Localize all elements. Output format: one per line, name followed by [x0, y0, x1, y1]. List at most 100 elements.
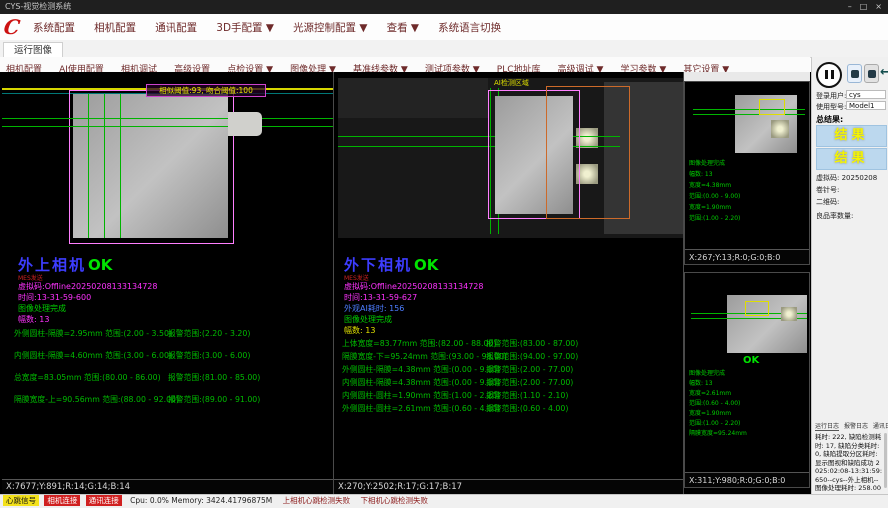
- reflection-spot: [771, 120, 789, 138]
- process-line: 图像处理完成: [18, 303, 66, 314]
- overlay-measure-line: [120, 94, 121, 238]
- small-data-line: 范围:(1.00 - 2.20): [689, 214, 740, 224]
- menu-system-config[interactable]: 系统配置: [26, 20, 82, 35]
- camera-name: 外下相机: [344, 256, 412, 274]
- ai-region-label: AI检测区域: [494, 78, 529, 88]
- measurement-row: 外侧圆柱-圆柱=2.61mm 范围:(0.60 - 4.00): [342, 403, 500, 414]
- camera-result-title: 外上相机OK: [18, 254, 112, 275]
- overlay-measure-line: [88, 94, 89, 238]
- measurement-row: 隔膜宽度-下=95.24mm 范围:(93.00 - 98.00): [342, 351, 507, 362]
- alarm-range: 报警范围:(2.00 - 77.00): [486, 377, 573, 388]
- small-data-line: 宽度=4.38mm: [689, 181, 731, 191]
- tab-run-image[interactable]: 运行图像: [3, 42, 63, 58]
- overlay-measure-line: [104, 94, 105, 238]
- tab-strip: 运行图像: [0, 40, 888, 58]
- measurement-row: 内侧圆柱-圆柱=1.90mm 范围:(1.00 - 2.20): [342, 390, 500, 401]
- pixel-coords-readout: X:270;Y:2502;R:17;G:17;B:17: [334, 479, 683, 494]
- barcode-line: 虚拟码:Offline20250208133134728: [344, 281, 483, 292]
- small-data-line: 隔膜宽度=95.24mm: [689, 429, 747, 439]
- monitor-toggle-button[interactable]: [864, 64, 879, 83]
- small-data-line: 范围:(1.00 - 2.20): [689, 419, 740, 429]
- log-tab-run[interactable]: 运行日志: [815, 423, 839, 431]
- menu-light-config[interactable]: 光源控制配置 ▼: [286, 20, 374, 35]
- login-user-field[interactable]: cys: [846, 90, 886, 99]
- minimize-button[interactable]: –: [848, 0, 852, 14]
- right-sidebar: ← 登录用户: cys 使用型号: Model1 总结果: 结果 结果 虚拟码:…: [811, 57, 888, 494]
- lower-camera-heartbeat-warning: 下相机心跳检测失败: [361, 495, 429, 507]
- overlay-measure-line: [693, 114, 805, 115]
- log-tab-alarm[interactable]: 报警日志: [844, 423, 868, 430]
- pixel-coords-readout: X:267;Y:13;R:0;G:0;B:0: [685, 249, 809, 264]
- camera-result-title: 外下相机OK: [344, 254, 438, 275]
- small-camera-panel-bottom: OK 图像处理完成 幅数: 13 宽度=2.61mm 范围:(0.60 - 4.…: [684, 272, 810, 488]
- overlay-ai-box: [546, 86, 630, 219]
- title-bar: CYS-视觉检测系统 – □ ×: [0, 0, 888, 14]
- overlay-measure-line: [2, 126, 333, 127]
- log-text: 耗时: 222, 缺陷检测耗时: 17, 缺陷分类耗时: 0, 缺陷提取分区耗时…: [815, 433, 883, 501]
- overlay-yellow-box: [759, 99, 785, 115]
- virtual-code-label: 虚拟码: 20250208: [816, 173, 877, 183]
- app-window: CYS-视觉检测系统 – □ × C 系统配置 相机配置 通讯配置 3D手配置 …: [0, 0, 888, 522]
- total-result-label: 总结果:: [816, 114, 843, 125]
- pause-icon: [831, 70, 834, 79]
- alarm-range: 报警范围:(94.00 - 97.00): [486, 351, 578, 362]
- measurement-row: 内侧圆柱-隔膜=4.38mm 范围:(0.00 - 9.00): [342, 377, 500, 388]
- measurement-row: 隔膜宽度-上=90.56mm 范围:(88.00 - 92.00): [14, 394, 179, 405]
- small-data-line: 幅数: 13: [689, 170, 713, 180]
- frames-line: 幅数: 13: [18, 314, 49, 325]
- time-line: 时间:13-31-59-600: [18, 292, 91, 303]
- menu-comm-config[interactable]: 通讯配置: [148, 20, 204, 35]
- close-button[interactable]: ×: [875, 0, 882, 14]
- alarm-range: 报警范围:(1.10 - 2.10): [486, 390, 568, 401]
- ai-time-line: 外观AI耗时: 156: [344, 303, 404, 314]
- measurement-row: 内侧圆柱-隔膜=4.60mm 范围:(3.00 - 6.00): [14, 350, 172, 361]
- status-ok: OK: [88, 256, 112, 274]
- process-line: 图像处理完成: [344, 314, 392, 325]
- log-tab-comm[interactable]: 通讯日志: [873, 423, 888, 430]
- small-camera-panel-top: 图像处理完成 幅数: 13 宽度=4.38mm 范围:(0.00 - 9.00)…: [684, 81, 810, 265]
- camera-icon: [851, 70, 859, 78]
- alarm-range: 报警范围:(2.20 - 3.20): [168, 328, 250, 339]
- camera-panel-upper: 相似阈值:93, 吻合阈值:100 外上相机OK MES发送 虚拟码:Offli…: [2, 72, 334, 494]
- overlay-measure-line: [2, 118, 333, 119]
- status-ok: OK: [743, 355, 759, 366]
- model-field[interactable]: Model1: [846, 101, 886, 110]
- connector-part: [228, 112, 262, 136]
- time-line: 时间:13-31-59-627: [344, 292, 417, 303]
- camera-panel-lower: AI检测区域 外下相机OK MES发送 虚拟码:Offline202502081…: [334, 72, 684, 494]
- login-user-label: 登录用户:: [816, 91, 846, 101]
- result-display-2: 结果: [816, 148, 887, 170]
- camera-connect-badge: 相机连接: [44, 495, 80, 506]
- menu-language-switch[interactable]: 系统语言切换: [431, 20, 508, 35]
- toolbar: 相机配置 AI使用配置 相机调试 高级设置 点检设置 ▼ 图像处理 ▼ 基准线参…: [0, 57, 810, 73]
- alarm-range: 报警范围:(0.60 - 4.00): [486, 403, 568, 414]
- measurement-row: 上体宽度=83.77mm 范围:(82.00 - 88.00): [342, 338, 496, 349]
- menu-3d-config[interactable]: 3D手配置 ▼: [209, 20, 281, 35]
- small-data-line: 宽度=2.61mm: [689, 389, 731, 399]
- maximize-button[interactable]: □: [860, 0, 868, 14]
- yield-count-label: 良品率数量:: [816, 211, 853, 221]
- menu-camera-config[interactable]: 相机配置: [87, 20, 143, 35]
- machine-part: [338, 78, 488, 118]
- cpu-memory-readout: Cpu: 0.0% Memory: 3424.41796875M: [130, 495, 272, 507]
- needle-number-label: 卷针号:: [816, 185, 839, 195]
- alarm-range: 报警范围:(83.00 - 87.00): [486, 338, 578, 349]
- pixel-coords-readout: X:311;Y:980;R:0;G:0;B:0: [685, 472, 809, 487]
- measurement-row: 外侧圆柱-隔膜=2.95mm 范围:(2.00 - 3.50): [14, 328, 172, 339]
- alarm-range: 报警范围:(3.00 - 6.00): [168, 350, 250, 361]
- measurement-row: 外侧圆柱-隔膜=4.38mm 范围:(0.00 - 9.00): [342, 364, 500, 375]
- menu-view[interactable]: 查看 ▼: [380, 20, 426, 35]
- model-label: 使用型号:: [816, 102, 846, 112]
- alarm-range: 报警范围:(2.00 - 77.00): [486, 364, 573, 375]
- menu-bar: C 系统配置 相机配置 通讯配置 3D手配置 ▼ 光源控制配置 ▼ 查看 ▼ 系…: [0, 14, 888, 41]
- return-arrow-icon[interactable]: ←: [880, 65, 888, 80]
- status-bar: 心跳信号 相机连接 通讯连接 Cpu: 0.0% Memory: 3424.41…: [0, 494, 888, 508]
- camera-toggle-button[interactable]: [847, 64, 862, 83]
- small-data-line: 幅数: 13: [689, 379, 713, 389]
- upper-camera-heartbeat-warning: 上相机心跳检测失败: [283, 495, 351, 507]
- small-data-line: 宽度=1.90mm: [689, 409, 731, 419]
- pause-button[interactable]: [816, 62, 842, 88]
- pause-icon: [825, 70, 828, 79]
- reflection-spot: [781, 307, 797, 321]
- log-scrollbar[interactable]: [884, 433, 887, 488]
